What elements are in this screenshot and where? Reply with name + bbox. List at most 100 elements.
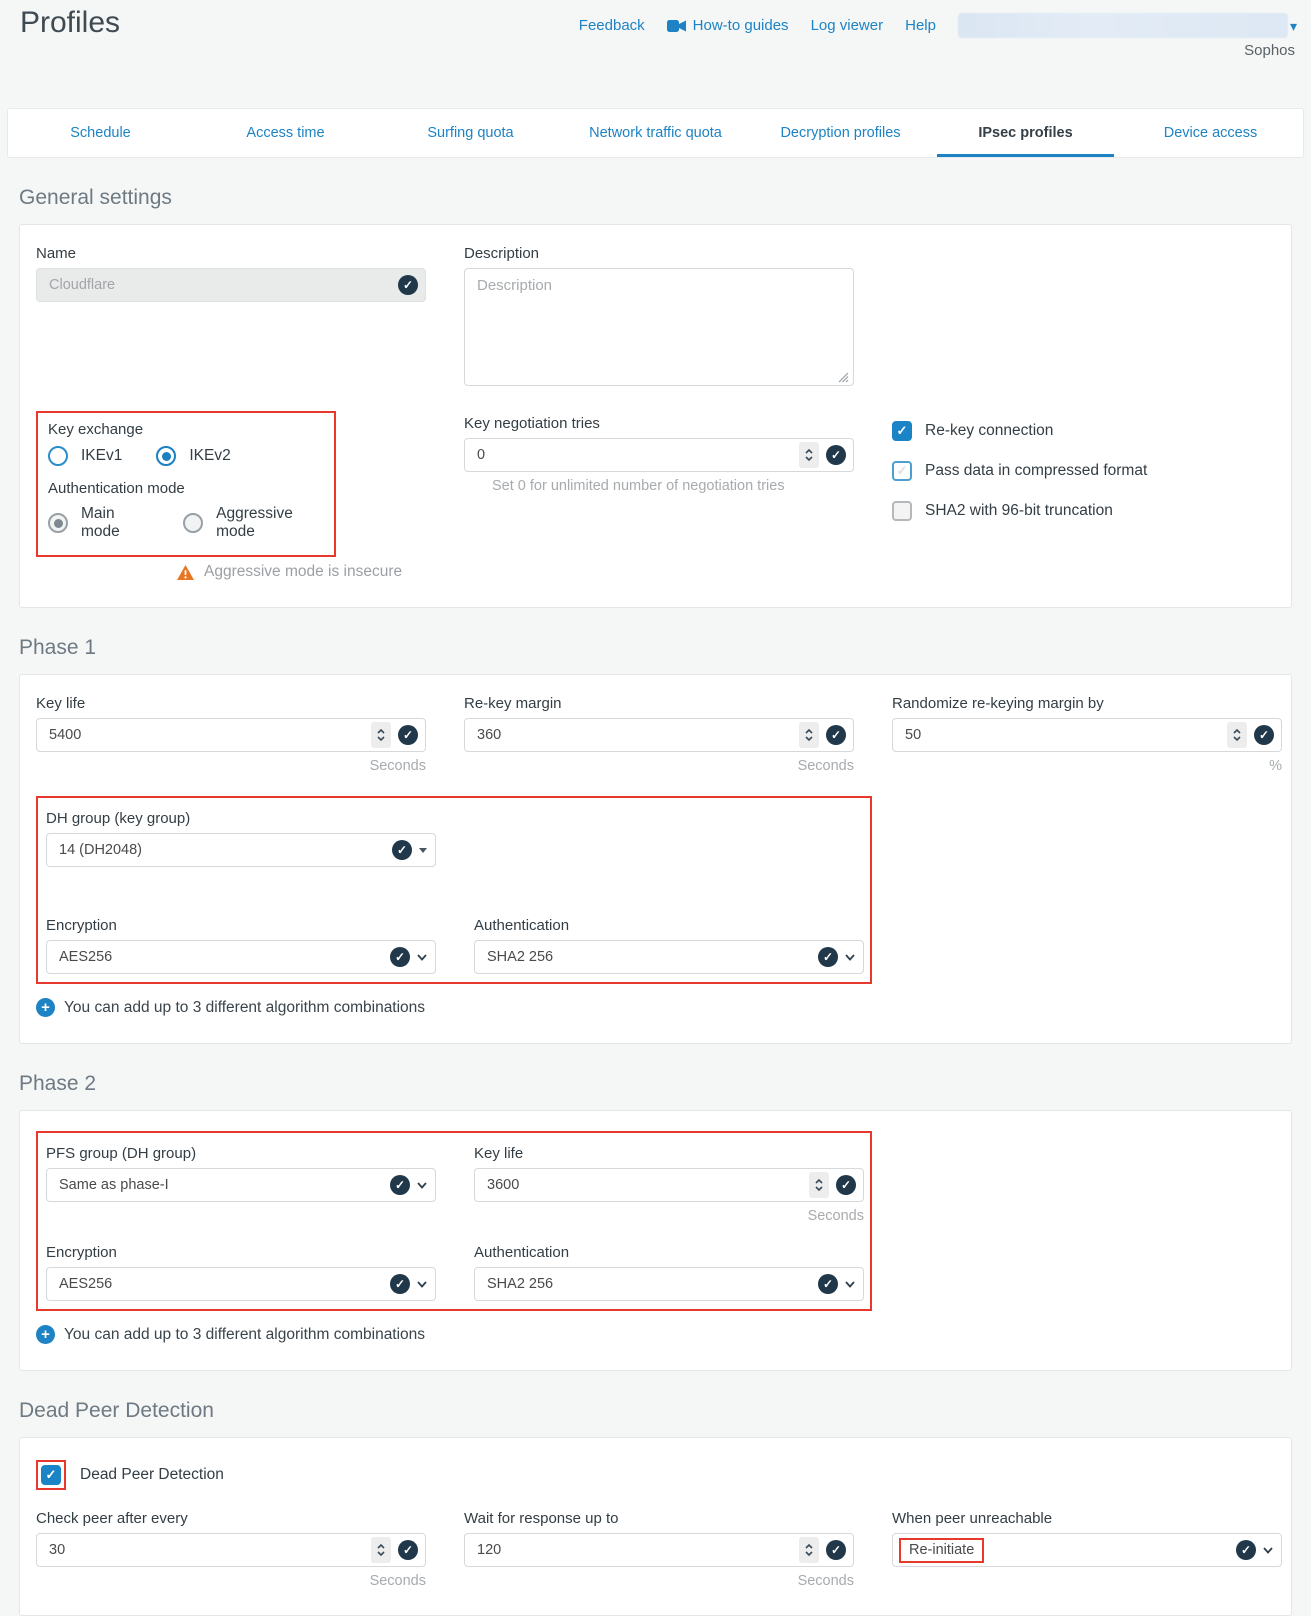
tab-surfing-quota[interactable]: Surfing quota	[378, 109, 563, 157]
checkbox-unchecked-icon: ✓	[892, 461, 912, 481]
tab-device-access[interactable]: Device access	[1118, 109, 1303, 157]
check-badge-icon: ✓	[392, 840, 412, 860]
page-title: Profiles	[20, 6, 120, 40]
annotation-box-reinitiate: Re-initiate	[899, 1538, 984, 1563]
check-badge-icon: ✓	[826, 1540, 846, 1560]
number-stepper-icon[interactable]	[1227, 722, 1247, 748]
check-badge-icon: ✓	[398, 1540, 418, 1560]
checkbox-checked-icon: ✓	[892, 421, 912, 441]
key-life-label: Key life	[474, 1145, 864, 1162]
tab-schedule[interactable]: Schedule	[8, 109, 193, 157]
key-negotiation-label: Key negotiation tries	[464, 415, 854, 432]
rekey-connection-checkbox[interactable]: ✓ Re-key connection	[892, 421, 1282, 441]
rekey-margin-label: Re-key margin	[464, 695, 854, 712]
tab-access-time[interactable]: Access time	[193, 109, 378, 157]
wait-response-input[interactable]	[464, 1533, 854, 1567]
check-peer-input[interactable]	[36, 1533, 426, 1567]
phase1-authentication-field: Authentication SHA2 256 ✓	[474, 913, 864, 974]
general-settings-heading: General settings	[19, 186, 1292, 210]
plus-circle-icon[interactable]: +	[36, 1325, 55, 1344]
caret-down-icon	[419, 848, 427, 853]
account-selector[interactable]: ▾	[958, 13, 1297, 38]
check-badge-icon: ✓	[390, 1175, 410, 1195]
number-stepper-icon[interactable]	[809, 1172, 829, 1198]
help-link[interactable]: Help	[905, 17, 936, 34]
key-exchange-label: Key exchange	[48, 421, 324, 438]
general-settings-card: Name ✓ Description	[19, 224, 1292, 608]
log-viewer-link[interactable]: Log viewer	[811, 17, 884, 34]
resize-handle-icon[interactable]	[836, 370, 849, 383]
dpd-enable-label: Dead Peer Detection	[80, 1466, 224, 1484]
key-negotiation-group: Key negotiation tries ✓ Set 0 for unlimi…	[464, 411, 854, 581]
randomize-margin-input[interactable]	[892, 718, 1282, 752]
feedback-link[interactable]: Feedback	[579, 17, 645, 34]
pfs-group-label: PFS group (DH group)	[46, 1145, 436, 1162]
unit-label: Seconds	[36, 758, 426, 774]
pfs-group-field: PFS group (DH group) Same as phase-I ✓	[46, 1141, 436, 1224]
chevron-down-icon	[1263, 1547, 1273, 1554]
check-badge-icon: ✓	[398, 725, 418, 745]
check-badge-icon: ✓	[826, 725, 846, 745]
radio-aggressive-mode[interactable]: Aggressive mode	[183, 505, 324, 541]
number-stepper-icon[interactable]	[371, 1537, 391, 1563]
compressed-format-checkbox[interactable]: ✓ Pass data in compressed format	[892, 461, 1282, 481]
phase2-authentication-field: Authentication SHA2 256 ✓	[474, 1240, 864, 1301]
phase1-key-life-input[interactable]	[36, 718, 426, 752]
radio-ikev2[interactable]: IKEv2	[156, 446, 230, 466]
options-checkbox-stack: ✓ Re-key connection ✓ Pass data in compr…	[892, 421, 1282, 581]
header-links: Feedback How-to guides Log viewer Help ▾	[579, 13, 1297, 38]
chevron-down-icon	[417, 1281, 427, 1288]
brand-label: Sophos	[1244, 42, 1295, 59]
dh-group-select[interactable]: 14 (DH2048) ✓	[46, 833, 436, 867]
phase2-card: PFS group (DH group) Same as phase-I ✓ K…	[19, 1110, 1292, 1371]
annotation-box-key-exchange: Key exchange IKEv1 IKEv2 Authentication …	[36, 411, 336, 557]
sha2-truncation-checkbox[interactable]: SHA2 with 96-bit truncation	[892, 501, 1282, 521]
description-label: Description	[464, 245, 854, 262]
key-negotiation-input[interactable]	[464, 438, 854, 472]
name-input[interactable]	[36, 268, 426, 302]
annotation-box-phase1-algorithms: DH group (key group) 14 (DH2048) ✓ Encry…	[36, 796, 872, 984]
number-stepper-icon[interactable]	[799, 442, 819, 468]
when-unreachable-select[interactable]: Re-initiate ✓	[892, 1533, 1282, 1567]
phase1-card: Key life ✓ Seconds Re-key margin	[19, 674, 1292, 1044]
howto-guides-link[interactable]: How-to guides	[667, 17, 789, 34]
chevron-down-icon	[845, 1281, 855, 1288]
radio-main-mode[interactable]: Main mode	[48, 505, 149, 541]
phase1-authentication-select[interactable]: SHA2 256 ✓	[474, 940, 864, 974]
authentication-label: Authentication	[474, 1244, 864, 1261]
tab-decryption-profiles[interactable]: Decryption profiles	[748, 109, 933, 157]
number-stepper-icon[interactable]	[371, 722, 391, 748]
number-stepper-icon[interactable]	[799, 722, 819, 748]
dpd-enable-checkbox[interactable]: ✓	[41, 1465, 61, 1485]
annotation-box-phase2-algorithms: PFS group (DH group) Same as phase-I ✓ K…	[36, 1131, 872, 1311]
number-stepper-icon[interactable]	[799, 1537, 819, 1563]
dpd-heading: Dead Peer Detection	[19, 1399, 1292, 1423]
description-textarea[interactable]	[464, 268, 854, 386]
phase2-authentication-select[interactable]: SHA2 256 ✓	[474, 1267, 864, 1301]
phase2-key-life-input[interactable]	[474, 1168, 864, 1202]
unit-label: Seconds	[464, 758, 854, 774]
radio-selected-icon	[156, 446, 176, 466]
dh-group-field: DH group (key group) 14 (DH2048) ✓	[46, 810, 862, 867]
account-name-redacted	[958, 13, 1288, 38]
unit-label: %	[892, 758, 1282, 774]
page-header: Profiles Feedback How-to guides Log view…	[0, 0, 1311, 108]
check-badge-icon: ✓	[826, 445, 846, 465]
check-badge-icon: ✓	[818, 947, 838, 967]
check-peer-label: Check peer after every	[36, 1510, 426, 1527]
dh-group-label: DH group (key group)	[46, 810, 862, 827]
tab-ipsec-profiles[interactable]: IPsec profiles	[933, 109, 1118, 157]
aggressive-mode-warning: Aggressive mode is insecure	[176, 563, 426, 581]
key-negotiation-hint: Set 0 for unlimited number of negotiatio…	[464, 478, 854, 494]
encryption-label: Encryption	[46, 917, 436, 934]
check-badge-icon: ✓	[390, 947, 410, 967]
unit-label: Seconds	[36, 1573, 426, 1589]
plus-circle-icon[interactable]: +	[36, 998, 55, 1017]
phase1-encryption-select[interactable]: AES256 ✓	[46, 940, 436, 974]
tab-network-traffic-quota[interactable]: Network traffic quota	[563, 109, 748, 157]
radio-ikev1[interactable]: IKEv1	[48, 446, 122, 466]
pfs-group-select[interactable]: Same as phase-I ✓	[46, 1168, 436, 1202]
phase2-encryption-select[interactable]: AES256 ✓	[46, 1267, 436, 1301]
chevron-down-icon	[417, 954, 427, 961]
rekey-margin-input[interactable]	[464, 718, 854, 752]
